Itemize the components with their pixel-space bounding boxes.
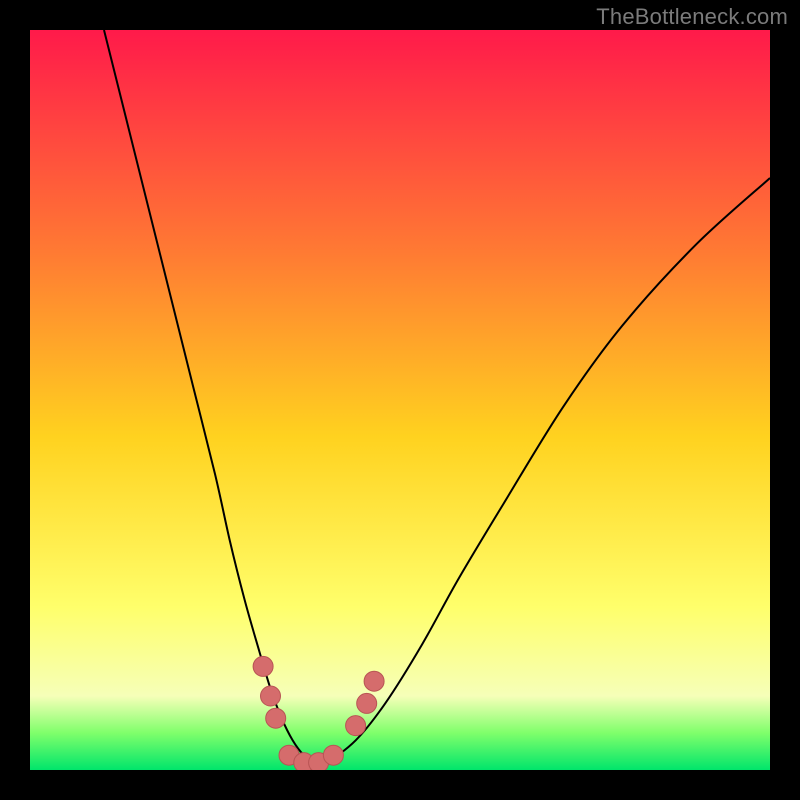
- data-marker: [253, 656, 273, 676]
- gradient-background: [30, 30, 770, 770]
- plot-area: [30, 30, 770, 770]
- data-marker: [346, 716, 366, 736]
- data-marker: [364, 671, 384, 691]
- data-marker: [357, 693, 377, 713]
- data-marker: [323, 745, 343, 765]
- chart-svg: [30, 30, 770, 770]
- chart-frame: TheBottleneck.com: [0, 0, 800, 800]
- data-marker: [266, 708, 286, 728]
- watermark-text: TheBottleneck.com: [596, 4, 788, 30]
- data-marker: [261, 686, 281, 706]
